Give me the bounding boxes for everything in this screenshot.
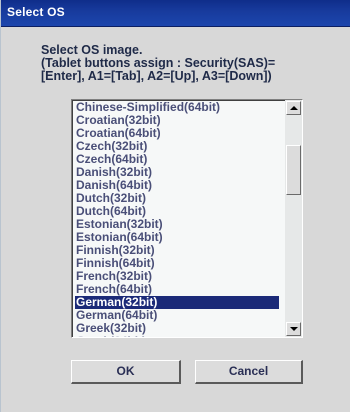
os-list-item[interactable]: French(64bit) [75,283,279,296]
os-list-item[interactable]: Chinese-Simplified(64bit) [75,101,279,114]
os-list-item[interactable]: Czech(64bit) [75,153,279,166]
os-list-item[interactable]: French(32bit) [75,270,279,283]
os-list-item[interactable]: Croatian(64bit) [75,127,279,140]
instructions-text: Select OS image. (Tablet buttons assign … [41,44,326,83]
arrow-down-icon [290,327,298,331]
os-list-item[interactable]: Greek(32bit) [75,322,279,335]
instruction-line-3: [Enter], A1=[Tab], A2=[Up], A3=[Down]) [41,69,272,83]
scroll-thumb[interactable] [286,145,301,195]
scroll-down-button[interactable] [286,322,301,336]
os-list-item[interactable]: Finnish(64bit) [75,257,279,270]
os-list-item[interactable]: Finnish(32bit) [75,244,279,257]
ok-button[interactable]: OK [71,360,181,384]
arrow-up-icon [290,106,298,110]
os-list-item[interactable]: Dutch(32bit) [75,192,279,205]
os-list-item[interactable]: Croatian(32bit) [75,114,279,127]
title-bar[interactable]: Select OS [1,0,350,27]
select-os-dialog: Select OS Select OS image. (Tablet butto… [0,0,350,412]
os-image-listbox[interactable]: Chinese-Simplified(64bit) Croatian(32bit)… [71,99,303,338]
os-list-item[interactable]: Estonian(64bit) [75,231,279,244]
os-list-item[interactable]: Dutch(64bit) [75,205,279,218]
cancel-button[interactable]: Cancel [195,360,303,384]
os-image-list[interactable]: Chinese-Simplified(64bit) Croatian(32bit)… [75,101,279,337]
scroll-up-button[interactable] [286,101,301,115]
os-list-item[interactable]: Czech(32bit) [75,140,279,153]
os-list-item[interactable]: Danish(64bit) [75,179,279,192]
window-title: Select OS [7,5,65,19]
os-list-item[interactable]: German(64bit) [75,309,279,322]
os-list-item[interactable]: Greek(64bit) [75,335,279,337]
os-list-item[interactable]: Estonian(32bit) [75,218,279,231]
list-scrollbar[interactable] [285,100,302,337]
os-list-item[interactable]: Danish(32bit) [75,166,279,179]
os-list-item-selected[interactable]: German(32bit) [75,296,279,309]
